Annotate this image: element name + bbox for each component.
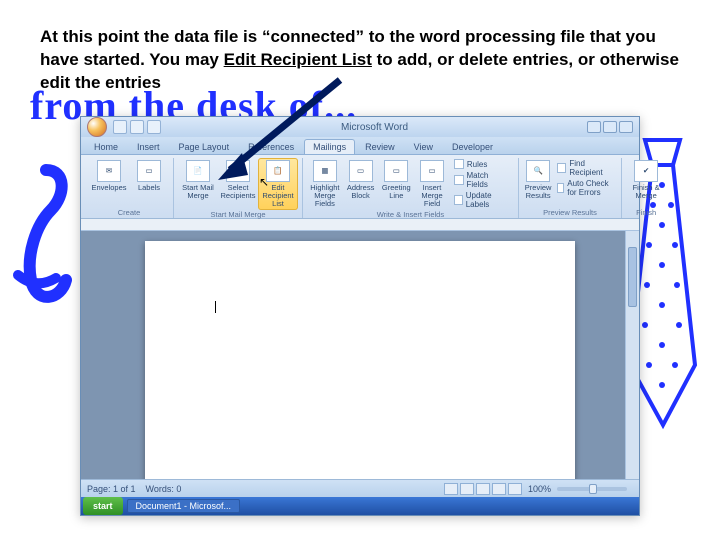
maximize-button[interactable] xyxy=(603,121,617,133)
update-labels-button[interactable]: Update Labels xyxy=(450,190,514,210)
update-icon xyxy=(454,195,463,205)
match-icon xyxy=(454,175,464,185)
find-recipient-button[interactable]: Find Recipient xyxy=(553,158,617,178)
insert-field-icon: ▭ xyxy=(420,160,444,182)
tab-home[interactable]: Home xyxy=(85,139,127,154)
qat-redo-button[interactable] xyxy=(147,120,161,134)
tab-mailings[interactable]: Mailings xyxy=(304,139,355,154)
recipients-icon: 👥 xyxy=(226,160,250,182)
office-button[interactable] xyxy=(87,117,107,137)
qat-undo-button[interactable] xyxy=(130,120,144,134)
labels-button[interactable]: ▭Labels xyxy=(129,158,169,194)
tab-developer[interactable]: Developer xyxy=(443,139,502,154)
window-title: Microsoft Word xyxy=(164,122,585,133)
ribbon-tabs: Home Insert Page Layout References Maili… xyxy=(81,137,639,155)
view-web-button[interactable] xyxy=(476,483,490,495)
rules-icon xyxy=(454,159,464,169)
group-preview-label: Preview Results xyxy=(523,208,617,218)
tab-insert[interactable]: Insert xyxy=(128,139,169,154)
status-words: Words: 0 xyxy=(146,484,182,494)
group-create-label: Create xyxy=(89,208,169,218)
group-write-label: Write & Insert Fields xyxy=(307,210,514,220)
auto-check-button[interactable]: Auto Check for Errors xyxy=(553,178,617,198)
start-mail-merge-button[interactable]: 📄Start Mail Merge xyxy=(178,158,218,202)
slide-text-underline: Edit Recipient List xyxy=(224,50,372,69)
greeting-line-button[interactable]: ▭Greeting Line xyxy=(378,158,414,202)
minimize-button[interactable] xyxy=(587,121,601,133)
select-recipients-button[interactable]: 👥Select Recipients xyxy=(218,158,258,202)
titlebar: Microsoft Word xyxy=(81,117,639,137)
qat-save-button[interactable] xyxy=(113,120,127,134)
match-fields-button[interactable]: Match Fields xyxy=(450,170,514,190)
edit-list-icon: 📋 xyxy=(266,160,290,182)
label-icon: ▭ xyxy=(137,160,161,182)
zoom-slider[interactable] xyxy=(557,487,627,491)
taskbar-item-word[interactable]: Document1 - Microsof... xyxy=(127,499,241,513)
status-page: Page: 1 of 1 xyxy=(87,484,136,494)
rules-button[interactable]: Rules xyxy=(450,158,514,170)
address-icon: ▭ xyxy=(349,160,373,182)
status-bar: Page: 1 of 1 Words: 0 100% xyxy=(81,479,639,497)
check-icon xyxy=(557,183,564,193)
highlight-fields-button[interactable]: ▦Highlight Merge Fields xyxy=(307,158,343,210)
preview-icon: 🔍 xyxy=(526,160,550,182)
tab-view[interactable]: View xyxy=(405,139,442,154)
tab-references[interactable]: References xyxy=(239,139,303,154)
windows-taskbar: start Document1 - Microsof... xyxy=(81,497,639,515)
envelopes-button[interactable]: ✉Envelopes xyxy=(89,158,129,194)
ruler[interactable] xyxy=(81,219,639,231)
document-page[interactable] xyxy=(145,241,575,479)
envelope-icon: ✉ xyxy=(97,160,121,182)
text-cursor xyxy=(215,301,216,313)
greeting-icon: ▭ xyxy=(384,160,408,182)
group-preview: 🔍Preview Results Find Recipient Auto Che… xyxy=(519,158,622,218)
start-button[interactable]: start xyxy=(83,497,123,515)
script-letter-l-icon xyxy=(6,160,76,310)
tab-review[interactable]: Review xyxy=(356,139,404,154)
view-draft-button[interactable] xyxy=(508,483,522,495)
insert-merge-field-button[interactable]: ▭Insert Merge Field xyxy=(414,158,450,210)
preview-results-button[interactable]: 🔍Preview Results xyxy=(523,158,554,202)
vertical-scrollbar[interactable] xyxy=(625,231,639,479)
word-window: Microsoft Word Home Insert Page Layout R… xyxy=(80,116,640,516)
scrollbar-thumb[interactable] xyxy=(628,247,637,307)
group-start-mail-merge: 📄Start Mail Merge 👥Select Recipients 📋Ed… xyxy=(174,158,303,218)
document-area[interactable] xyxy=(81,231,639,479)
view-print-layout-button[interactable] xyxy=(444,483,458,495)
group-finish-label: Finish xyxy=(626,208,666,218)
zoom-knob[interactable] xyxy=(589,484,597,494)
finish-merge-button[interactable]: ✔Finish & Merge xyxy=(626,158,666,202)
find-icon xyxy=(557,163,566,173)
mailmerge-icon: 📄 xyxy=(186,160,210,182)
group-write-insert: ▦Highlight Merge Fields ▭Address Block ▭… xyxy=(303,158,519,218)
group-start-label: Start Mail Merge xyxy=(178,210,298,220)
group-create: ✉Envelopes ▭Labels Create xyxy=(85,158,174,218)
edit-recipient-list-button[interactable]: 📋Edit Recipient List xyxy=(258,158,298,210)
close-button[interactable] xyxy=(619,121,633,133)
view-outline-button[interactable] xyxy=(492,483,506,495)
view-full-screen-button[interactable] xyxy=(460,483,474,495)
zoom-value: 100% xyxy=(528,484,551,494)
group-finish: ✔Finish & Merge Finish xyxy=(622,158,670,218)
ribbon: ✉Envelopes ▭Labels Create 📄Start Mail Me… xyxy=(81,155,639,219)
finish-icon: ✔ xyxy=(634,160,658,182)
address-block-button[interactable]: ▭Address Block xyxy=(343,158,379,202)
highlight-icon: ▦ xyxy=(313,160,337,182)
tab-page-layout[interactable]: Page Layout xyxy=(170,139,239,154)
